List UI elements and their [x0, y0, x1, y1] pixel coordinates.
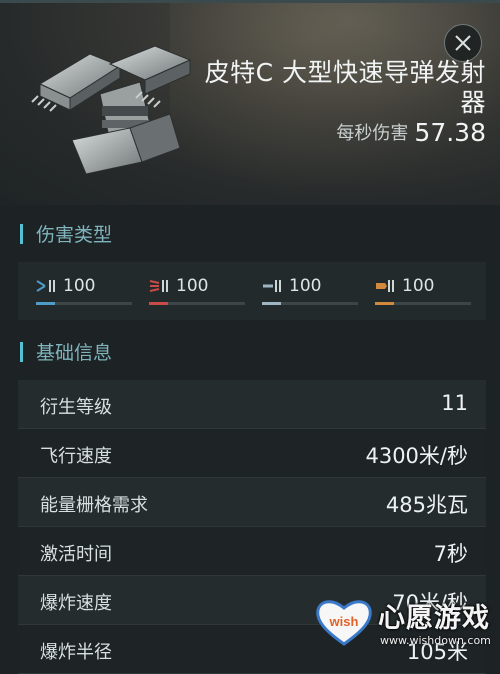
explosive-damage-icon	[376, 280, 394, 292]
info-label: 激活时间	[40, 544, 112, 565]
info-value: 4300米/秒	[365, 444, 468, 468]
info-value: 485兆瓦	[385, 493, 468, 517]
damage-explosive: 100	[375, 276, 471, 306]
section-basic-info: 基础信息	[20, 338, 112, 364]
dps-label: 每秒伤害	[336, 123, 409, 144]
info-row-tier: 衍生等级 11	[18, 380, 486, 429]
missile-launcher-image	[31, 45, 192, 175]
damage-em-bar	[36, 302, 132, 305]
site-watermark: wish 心愿游戏 www.wishdown.com	[300, 590, 500, 663]
info-value: 7秒	[433, 542, 468, 566]
heart-logo-icon: wish	[316, 600, 372, 646]
info-row-flight-speed: 飞行速度 4300米/秒	[18, 429, 486, 478]
dps-value: 57.38	[414, 118, 486, 147]
damage-em: 100	[36, 276, 132, 306]
info-label: 爆炸半径	[40, 642, 112, 663]
close-icon	[455, 35, 471, 51]
dps-readout: 每秒伤害 57.38	[336, 118, 486, 147]
module-title: 皮特C 大型快速导弹发射器	[204, 58, 486, 117]
damage-explosive-bar	[375, 302, 471, 305]
damage-kinetic: 100	[262, 276, 358, 306]
damage-kinetic-value: 100	[289, 276, 322, 296]
info-row-powergrid: 能量栅格需求 485兆瓦	[18, 478, 486, 527]
kinetic-damage-icon	[263, 280, 281, 292]
info-row-activation-time: 激活时间 7秒	[18, 527, 486, 576]
heart-logo-text: wish	[329, 614, 359, 629]
info-label: 能量栅格需求	[40, 495, 148, 516]
close-button[interactable]	[444, 24, 482, 62]
section-damage-type: 伤害类型	[20, 220, 112, 246]
damage-thermal: 100	[149, 276, 245, 306]
damage-kinetic-bar	[262, 302, 358, 305]
thermal-damage-icon	[149, 280, 168, 292]
em-damage-icon	[36, 280, 55, 292]
info-value: 11	[441, 391, 468, 415]
damage-thermal-value: 100	[176, 276, 209, 296]
info-label: 飞行速度	[40, 446, 112, 467]
top-border	[0, 0, 500, 3]
damage-thermal-bar	[149, 302, 245, 305]
watermark-brand: 心愿游戏	[378, 603, 490, 634]
info-label: 衍生等级	[40, 397, 112, 418]
damage-explosive-value: 100	[402, 276, 435, 296]
module-header: 皮特C 大型快速导弹发射器 每秒伤害 57.38	[0, 0, 500, 205]
info-label: 爆炸速度	[40, 593, 112, 614]
damage-em-value: 100	[63, 276, 96, 296]
damage-panel: 100 100 100 100	[18, 262, 486, 320]
watermark-url: www.wishdown.com	[380, 634, 491, 647]
